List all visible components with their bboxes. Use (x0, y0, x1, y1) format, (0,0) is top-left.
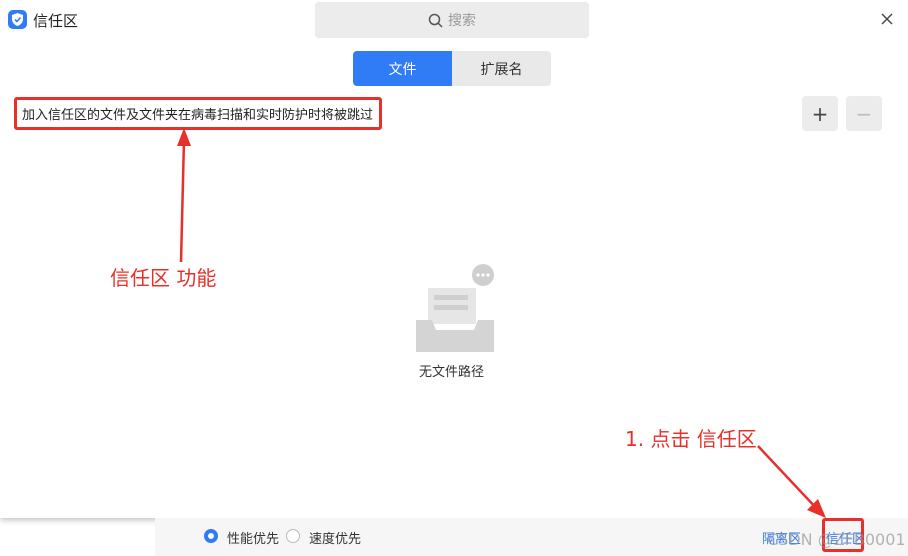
annotation-box-description (14, 97, 382, 130)
radio-label-performance: 性能优先 (227, 532, 280, 547)
trust-zone-window: 信任区 搜索 文件 扩展名 加入信任区的文件及文件夹在病毒扫描和实时防护时将被跳… (0, 0, 908, 518)
tab-files[interactable]: 文件 (353, 51, 452, 86)
annotation-step-label: 1. 点击 信任区 (625, 427, 757, 451)
remove-path-button[interactable]: − (846, 96, 882, 131)
close-button[interactable] (877, 9, 897, 29)
empty-state-text: 无文件路径 (419, 365, 485, 380)
search-input[interactable]: 搜索 (315, 2, 589, 38)
empty-inbox-icon (416, 264, 494, 352)
window-title: 信任区 (33, 12, 79, 30)
radio-label-speed: 速度优先 (309, 532, 362, 547)
watermark: CSDN @ZFB0001 (767, 530, 906, 549)
search-placeholder: 搜索 (448, 13, 476, 29)
shield-app-icon (8, 10, 27, 29)
search-icon (428, 13, 443, 28)
tab-group: 文件 扩展名 (353, 51, 551, 86)
annotation-feature-label: 信任区 功能 (110, 266, 217, 290)
radio-performance-first[interactable] (204, 529, 218, 543)
tab-extensions[interactable]: 扩展名 (452, 51, 551, 86)
radio-speed-first[interactable] (286, 529, 300, 543)
add-path-button[interactable]: + (802, 96, 838, 131)
close-icon (881, 13, 893, 25)
